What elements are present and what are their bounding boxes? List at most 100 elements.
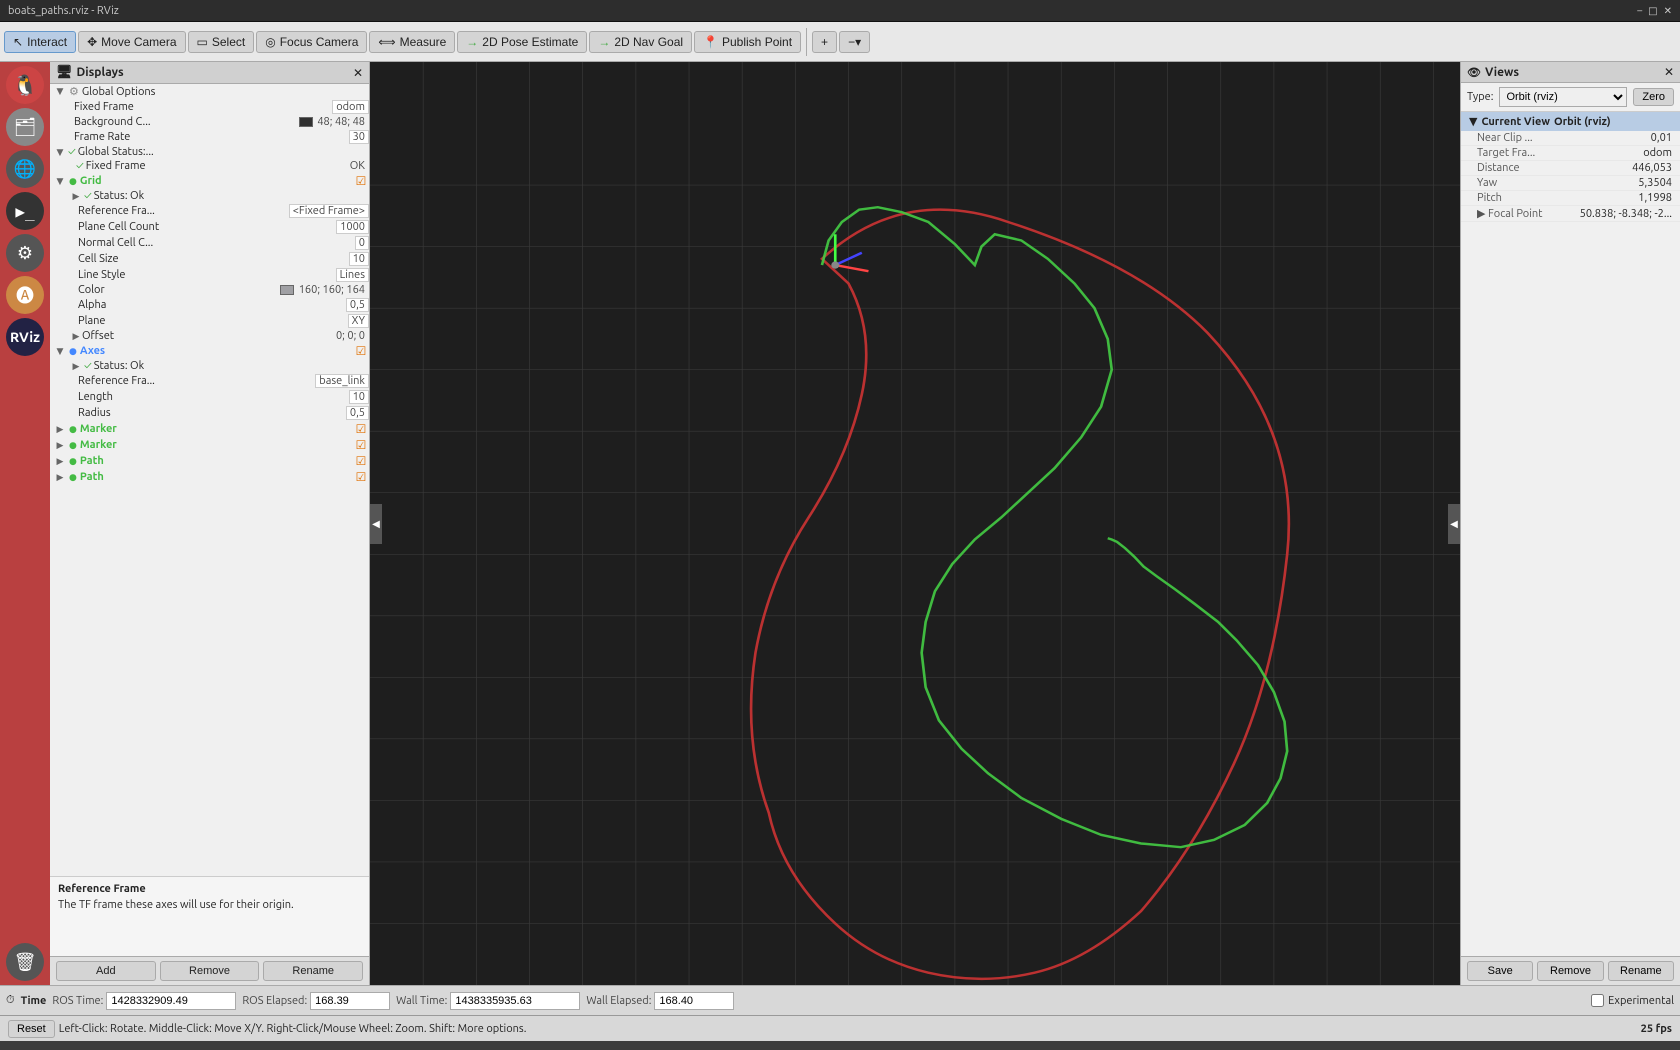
current-view-arrow[interactable]: ▼ xyxy=(1469,115,1477,128)
global-status-fixed-row[interactable]: ✓ Fixed Frame OK xyxy=(50,159,369,173)
grid-plane-cell-value[interactable]: 1000 xyxy=(336,220,369,234)
frame-rate-value[interactable]: 30 xyxy=(349,130,369,144)
grid-status-row[interactable]: ▶ ✓ Status: Ok xyxy=(50,189,369,203)
grid-ref-frame-row[interactable]: Reference Fra... <Fixed Frame> xyxy=(50,203,369,219)
focal-point-label[interactable]: ▶ Focal Point xyxy=(1477,207,1580,220)
grid-normal-cell-row[interactable]: Normal Cell C... 0 xyxy=(50,235,369,251)
wall-time-input[interactable] xyxy=(450,992,580,1010)
settings-icon[interactable]: ⚙ xyxy=(6,234,44,272)
axes-length-row[interactable]: Length 10 xyxy=(50,389,369,405)
path2-row[interactable]: ▶ ● Path ☑ xyxy=(50,469,369,485)
pitch-value[interactable]: 1,1998 xyxy=(1638,192,1672,204)
grid-color-swatch[interactable] xyxy=(280,285,294,295)
axes-status-row[interactable]: ▶ ✓ Status: Ok xyxy=(50,359,369,373)
experimental-checkbox[interactable] xyxy=(1591,994,1604,1007)
views-type-select[interactable]: Orbit (rviz) xyxy=(1499,87,1627,107)
collapse-left-handle[interactable]: ◀ xyxy=(370,504,382,544)
near-clip-value[interactable]: 0,01 xyxy=(1651,132,1672,144)
yaw-row: Yaw 5,3504 xyxy=(1461,176,1680,191)
add-button[interactable]: Add xyxy=(56,961,156,981)
displays-info-text: The TF frame these axes will use for the… xyxy=(58,899,361,911)
grid-ref-frame-value[interactable]: <Fixed Frame> xyxy=(289,204,369,218)
marker1-row[interactable]: ▶ ● Marker ☑ xyxy=(50,421,369,437)
displays-close-icon[interactable]: ✕ xyxy=(353,66,363,80)
grid-arrow[interactable]: ▼ xyxy=(54,176,66,187)
wall-elapsed-input[interactable] xyxy=(654,992,734,1010)
time-icon: ⏱ xyxy=(6,994,15,1007)
axes-row[interactable]: ▼ ● Axes ☑ xyxy=(50,343,369,359)
marker2-checkbox[interactable]: ☑ xyxy=(353,438,369,452)
views-remove-button[interactable]: Remove xyxy=(1537,961,1603,981)
views-close-icon[interactable]: ✕ xyxy=(1664,65,1674,79)
fixed-frame-row[interactable]: Fixed Frame odom xyxy=(50,99,369,115)
grid-cell-size-value[interactable]: 10 xyxy=(349,252,369,266)
background-swatch[interactable] xyxy=(299,117,313,127)
axes-radius-value[interactable]: 0,5 xyxy=(346,406,369,420)
remove-button[interactable]: Remove xyxy=(160,961,260,981)
ubuntu-icon[interactable]: 🐧 xyxy=(6,66,44,104)
axes-ref-frame-value[interactable]: base_link xyxy=(315,374,369,388)
measure-button[interactable]: ⟺ Measure xyxy=(369,31,455,53)
collapse-right-handle[interactable]: ◀ xyxy=(1448,504,1460,544)
target-frame-value[interactable]: odom xyxy=(1643,147,1672,159)
grid-line-style-value[interactable]: Lines xyxy=(336,268,369,282)
grid-normal-cell-value[interactable]: 0 xyxy=(355,236,369,250)
move-camera-button[interactable]: ✥ Move Camera xyxy=(78,31,185,53)
terminal-icon[interactable]: ▶_ xyxy=(6,192,44,230)
views-rename-button[interactable]: Rename xyxy=(1608,961,1674,981)
nav-goal-button[interactable]: → 2D Nav Goal xyxy=(589,31,692,53)
reset-button[interactable]: Reset xyxy=(8,1020,55,1038)
grid-offset-row[interactable]: ▶ Offset 0; 0; 0 xyxy=(50,329,369,343)
grid-cell-size-row[interactable]: Cell Size 10 xyxy=(50,251,369,267)
grid-alpha-value[interactable]: 0,5 xyxy=(346,298,369,312)
axes-radius-row[interactable]: Radius 0,5 xyxy=(50,405,369,421)
global-options-row[interactable]: ▼ ⚙ Global Options xyxy=(50,84,369,99)
grid-alpha-row[interactable]: Alpha 0,5 xyxy=(50,297,369,313)
marker1-checkbox[interactable]: ☑ xyxy=(353,422,369,436)
interact-button[interactable]: ↖ Interact xyxy=(4,31,76,53)
ros-elapsed-input[interactable] xyxy=(310,992,390,1010)
grid-line-style-row[interactable]: Line Style Lines xyxy=(50,267,369,283)
grid-row[interactable]: ▼ ● Grid ☑ xyxy=(50,173,369,189)
path2-dot-icon: ● xyxy=(69,472,77,483)
fixed-frame-value[interactable]: odom xyxy=(332,100,369,114)
global-status-arrow[interactable]: ▼ xyxy=(54,147,66,158)
path2-checkbox[interactable]: ☑ xyxy=(353,470,369,484)
frame-rate-row[interactable]: Frame Rate 30 xyxy=(50,129,369,145)
grid-plane-value[interactable]: XY xyxy=(348,314,369,328)
app-icon[interactable]: 🅐 xyxy=(6,276,44,314)
browser-icon[interactable]: 🌐 xyxy=(6,150,44,188)
yaw-value[interactable]: 5,3504 xyxy=(1638,177,1672,189)
global-options-arrow[interactable]: ▼ xyxy=(54,86,66,97)
path1-checkbox[interactable]: ☑ xyxy=(353,454,369,468)
axes-arrow[interactable]: ▼ xyxy=(54,346,66,357)
experimental-label[interactable]: Experimental xyxy=(1591,994,1674,1007)
marker2-row[interactable]: ▶ ● Marker ☑ xyxy=(50,437,369,453)
distance-value[interactable]: 446,053 xyxy=(1632,162,1672,174)
plus-button[interactable]: + xyxy=(812,31,837,53)
minus-button[interactable]: −▾ xyxy=(839,31,870,53)
trash-icon[interactable]: 🗑 xyxy=(6,943,44,981)
title-bar-controls[interactable]: – □ ✕ xyxy=(1637,5,1672,17)
grid-plane-row[interactable]: Plane XY xyxy=(50,313,369,329)
background-row[interactable]: Background C... 48; 48; 48 xyxy=(50,115,369,129)
3d-view[interactable]: ◀ ◀ xyxy=(370,62,1460,985)
publish-point-button[interactable]: 📍 Publish Point xyxy=(694,31,801,53)
rviz-icon[interactable]: RViz xyxy=(6,318,44,356)
files-icon[interactable]: 🗂 xyxy=(6,108,44,146)
global-status-row[interactable]: ▼ ✓ Global Status:... xyxy=(50,145,369,159)
grid-plane-cell-row[interactable]: Plane Cell Count 1000 xyxy=(50,219,369,235)
axes-ref-frame-row[interactable]: Reference Fra... base_link xyxy=(50,373,369,389)
axes-length-value[interactable]: 10 xyxy=(349,390,369,404)
pose-estimate-button[interactable]: → 2D Pose Estimate xyxy=(457,31,587,53)
ros-time-input[interactable] xyxy=(106,992,236,1010)
grid-checkbox[interactable]: ☑ xyxy=(353,174,369,188)
rename-button[interactable]: Rename xyxy=(263,961,363,981)
focus-camera-button[interactable]: ◎ Focus Camera xyxy=(256,31,367,53)
grid-color-row[interactable]: Color 160; 160; 164 xyxy=(50,283,369,297)
views-zero-button[interactable]: Zero xyxy=(1633,88,1674,106)
select-button[interactable]: ▭ Select xyxy=(188,31,255,53)
axes-checkbox[interactable]: ☑ xyxy=(353,344,369,358)
path1-row[interactable]: ▶ ● Path ☑ xyxy=(50,453,369,469)
views-save-button[interactable]: Save xyxy=(1467,961,1533,981)
